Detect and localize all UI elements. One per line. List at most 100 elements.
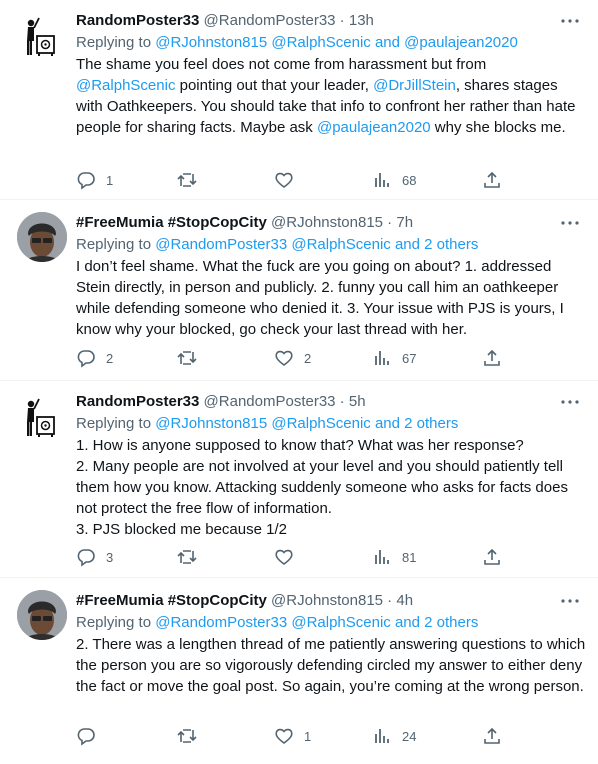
- replying-to: Replying to @RandomPoster33 @RalphScenic…: [76, 612, 478, 634]
- avatar[interactable]: [17, 590, 67, 640]
- like-button[interactable]: 2: [274, 348, 311, 368]
- like-button[interactable]: 1: [274, 726, 311, 746]
- views-button[interactable]: 67: [372, 348, 416, 368]
- divider: [0, 199, 598, 200]
- mention-link[interactable]: @DrJillStein: [373, 77, 456, 94]
- share-button[interactable]: [482, 170, 502, 190]
- share-icon: [484, 727, 500, 744]
- like-icon: [275, 728, 293, 744]
- user-handle[interactable]: @RandomPoster33: [204, 393, 336, 410]
- profile-photo: [17, 590, 67, 640]
- replying-to-links[interactable]: @RandomPoster33 @RalphScenic and 2 other…: [155, 236, 478, 253]
- share-icon: [484, 349, 500, 366]
- retweet-icon: [177, 173, 197, 187]
- action-bar: 2 2 67: [76, 348, 506, 368]
- action-bar: 3 81: [76, 547, 506, 567]
- views-button[interactable]: 68: [372, 170, 416, 190]
- reply-count: 1: [106, 172, 114, 188]
- mention-link[interactable]: @RalphScenic: [76, 77, 175, 94]
- action-bar: 1 24: [76, 726, 506, 746]
- separator-dot: ·: [335, 12, 349, 29]
- tweet-header: #FreeMumia #StopCopCity @RJohnston815 · …: [76, 590, 413, 612]
- replying-to: Replying to @RandomPoster33 @RalphScenic…: [76, 234, 478, 256]
- tweet-text-segment: 1. How is anyone supposed to know that? …: [76, 437, 568, 538]
- user-handle[interactable]: @RJohnston815: [271, 214, 383, 231]
- replying-to-prefix: Replying to: [76, 415, 156, 432]
- retweet-icon: [177, 550, 197, 564]
- tweet-header: RandomPoster33 @RandomPoster33 · 5h: [76, 391, 366, 413]
- reply-count: 2: [106, 350, 114, 366]
- reply-button[interactable]: [76, 726, 106, 746]
- timestamp[interactable]: 13h: [349, 12, 374, 29]
- tweet-text: I don’t feel shame. What the fuck are yo…: [76, 256, 586, 340]
- more-icon[interactable]: [560, 596, 580, 606]
- display-name[interactable]: RandomPoster33: [76, 393, 199, 410]
- like-button[interactable]: [274, 170, 304, 190]
- reply-count: 3: [106, 549, 114, 565]
- separator-dot: ·: [335, 393, 349, 410]
- views-icon: [375, 173, 389, 187]
- replying-to-prefix: Replying to: [76, 34, 156, 51]
- retweet-button[interactable]: [176, 726, 208, 746]
- reply-icon: [77, 549, 95, 567]
- share-button[interactable]: [482, 726, 502, 746]
- retweet-button[interactable]: [176, 170, 208, 190]
- avatar[interactable]: [17, 395, 67, 445]
- businessman-safe-logo-icon: [27, 398, 55, 437]
- tweet[interactable]: RandomPoster33 @RandomPoster33 · 13h Rep…: [0, 10, 598, 190]
- views-icon: [375, 351, 389, 365]
- views-icon: [375, 550, 389, 564]
- like-icon: [275, 350, 293, 366]
- like-button[interactable]: [274, 547, 304, 567]
- views-button[interactable]: 81: [372, 547, 416, 567]
- timestamp[interactable]: 7h: [396, 214, 413, 231]
- more-icon[interactable]: [560, 16, 580, 26]
- avatar[interactable]: [17, 14, 67, 64]
- more-icon[interactable]: [560, 397, 580, 407]
- user-handle[interactable]: @RJohnston815: [271, 592, 383, 609]
- tweet-text: 1. How is anyone supposed to know that? …: [76, 435, 586, 540]
- user-handle[interactable]: @RandomPoster33: [204, 12, 336, 29]
- mention-link[interactable]: @paulajean2020: [317, 119, 431, 136]
- businessman-safe-logo-icon: [27, 17, 55, 56]
- replying-to-prefix: Replying to: [76, 614, 156, 631]
- tweet-text-segment: pointing out that your leader,: [175, 77, 374, 94]
- replying-to-links[interactable]: @RJohnston815 @RalphScenic and @paulajea…: [155, 34, 518, 51]
- retweet-button[interactable]: [176, 547, 208, 567]
- display-name[interactable]: #FreeMumia #StopCopCity: [76, 592, 267, 609]
- replying-to-links[interactable]: @RandomPoster33 @RalphScenic and 2 other…: [155, 614, 478, 631]
- timestamp[interactable]: 5h: [349, 393, 366, 410]
- retweet-button[interactable]: [176, 348, 208, 368]
- replying-to: Replying to @RJohnston815 @RalphScenic a…: [76, 413, 458, 435]
- reply-button[interactable]: 2: [76, 348, 113, 368]
- share-icon: [484, 548, 500, 565]
- reply-button[interactable]: 1: [76, 170, 113, 190]
- reply-button[interactable]: 3: [76, 547, 113, 567]
- retweet-icon: [177, 351, 197, 365]
- reply-icon: [77, 728, 95, 746]
- replying-to-prefix: Replying to: [76, 236, 156, 253]
- views-count: 67: [402, 350, 417, 366]
- display-name[interactable]: RandomPoster33: [76, 12, 199, 29]
- more-icon[interactable]: [560, 218, 580, 228]
- display-name[interactable]: #FreeMumia #StopCopCity: [76, 214, 267, 231]
- views-icon: [375, 729, 389, 743]
- share-button[interactable]: [482, 348, 502, 368]
- views-count: 81: [402, 549, 417, 565]
- share-button[interactable]: [482, 547, 502, 567]
- replying-to-links[interactable]: @RJohnston815 @RalphScenic and 2 others: [155, 415, 458, 432]
- tweet[interactable]: RandomPoster33 @RandomPoster33 · 5h Repl…: [0, 391, 598, 571]
- views-button[interactable]: 24: [372, 726, 416, 746]
- tweet-header: RandomPoster33 @RandomPoster33 · 13h: [76, 10, 374, 32]
- like-icon: [275, 549, 293, 565]
- replying-to: Replying to @RJohnston815 @RalphScenic a…: [76, 32, 518, 54]
- tweet[interactable]: #FreeMumia #StopCopCity @RJohnston815 · …: [0, 212, 598, 374]
- timestamp[interactable]: 4h: [396, 592, 413, 609]
- avatar[interactable]: [17, 212, 67, 262]
- like-count: 1: [304, 728, 312, 744]
- reply-icon: [77, 172, 95, 190]
- separator-dot: ·: [383, 592, 397, 609]
- separator-dot: ·: [383, 214, 397, 231]
- tweet-text-segment: I don’t feel shame. What the fuck are yo…: [76, 258, 564, 338]
- tweet[interactable]: #FreeMumia #StopCopCity @RJohnston815 · …: [0, 590, 598, 755]
